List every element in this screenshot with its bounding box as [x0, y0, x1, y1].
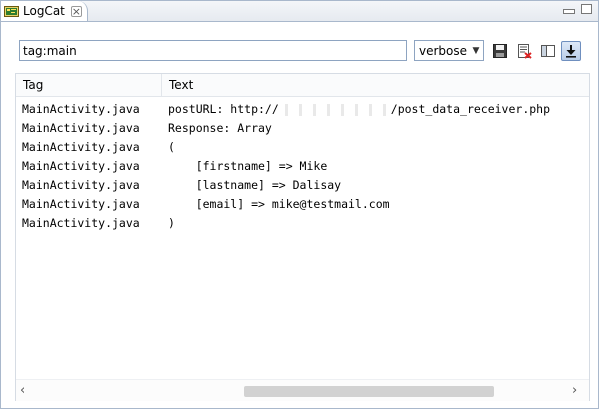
- scroll-lock-icon: [566, 45, 576, 58]
- row-tag: MainActivity.java: [22, 216, 140, 230]
- save-icon: [493, 44, 507, 58]
- filter-input[interactable]: [19, 40, 407, 61]
- row-tag: MainActivity.java: [22, 159, 140, 173]
- table-body: MainActivity.java postURL: http:// /post_…: [16, 100, 589, 233]
- row-text: Response: Array: [168, 121, 272, 135]
- table-row[interactable]: MainActivity.java [lastname] => Dalisay: [16, 176, 589, 195]
- clear-log-icon: [518, 44, 532, 59]
- maximize-icon: [581, 4, 592, 14]
- row-text: ): [168, 216, 175, 230]
- chevron-right-icon[interactable]: ›: [572, 383, 577, 398]
- url-suffix: /post_data_receiver.php: [390, 102, 551, 116]
- column-header-text[interactable]: Text: [162, 74, 589, 96]
- url-prefix: postURL: http://: [168, 102, 279, 116]
- log-level-select[interactable]: verbose ▼: [414, 40, 484, 61]
- horizontal-scrollbar[interactable]: ‹ ›: [16, 379, 589, 401]
- row-tag: MainActivity.java: [22, 102, 140, 116]
- row-text: [email] => mike@testmail.com: [168, 197, 390, 211]
- row-tag: MainActivity.java: [22, 197, 140, 211]
- table-row[interactable]: MainActivity.java postURL: http:// /post_…: [16, 100, 589, 119]
- tab-logcat[interactable]: LogCat ×: [1, 1, 88, 21]
- save-log-button[interactable]: [490, 41, 510, 61]
- row-text: [lastname] => Dalisay: [168, 178, 342, 192]
- chevron-down-icon: ▼: [472, 45, 480, 56]
- log-level-value: verbose: [419, 43, 468, 58]
- row-tag: MainActivity.java: [22, 140, 140, 154]
- table-row[interactable]: MainActivity.java ): [16, 214, 589, 233]
- table-row[interactable]: MainActivity.java [firstname] => Mike: [16, 157, 589, 176]
- clear-log-button[interactable]: [514, 41, 534, 61]
- tab-title: LogCat: [23, 4, 65, 18]
- redacted-host: [278, 103, 391, 116]
- log-table: Tag Text MainActivity.java postURL: http…: [15, 73, 590, 401]
- scroll-lock-button[interactable]: [561, 41, 581, 61]
- minimize-icon: [563, 9, 575, 14]
- row-text: (: [168, 140, 175, 154]
- minimize-button[interactable]: [563, 4, 575, 17]
- tab-strip: LogCat ×: [1, 1, 598, 22]
- table-row[interactable]: MainActivity.java Response: Array: [16, 119, 589, 138]
- table-row[interactable]: MainActivity.java [email] => mike@testma…: [16, 195, 589, 214]
- android-logcat-icon: [4, 4, 20, 18]
- row-text: [firstname] => Mike: [168, 159, 328, 173]
- logcat-view: LogCat × verbose ▼: [0, 0, 599, 409]
- scrollbar-thumb[interactable]: [244, 386, 494, 397]
- column-header-tag[interactable]: Tag: [16, 74, 162, 96]
- chevron-left-icon[interactable]: ‹: [20, 383, 25, 398]
- row-tag: MainActivity.java: [22, 178, 140, 192]
- close-icon[interactable]: ×: [70, 5, 82, 17]
- row-tag: MainActivity.java: [22, 121, 140, 135]
- toggle-panel-button[interactable]: [538, 41, 558, 61]
- table-row[interactable]: MainActivity.java (: [16, 138, 589, 157]
- table-header: Tag Text: [16, 74, 589, 97]
- row-text: postURL: http:// /post_data_receiver.php: [168, 100, 550, 119]
- toggle-panel-icon: [541, 45, 555, 57]
- maximize-button[interactable]: [581, 4, 592, 17]
